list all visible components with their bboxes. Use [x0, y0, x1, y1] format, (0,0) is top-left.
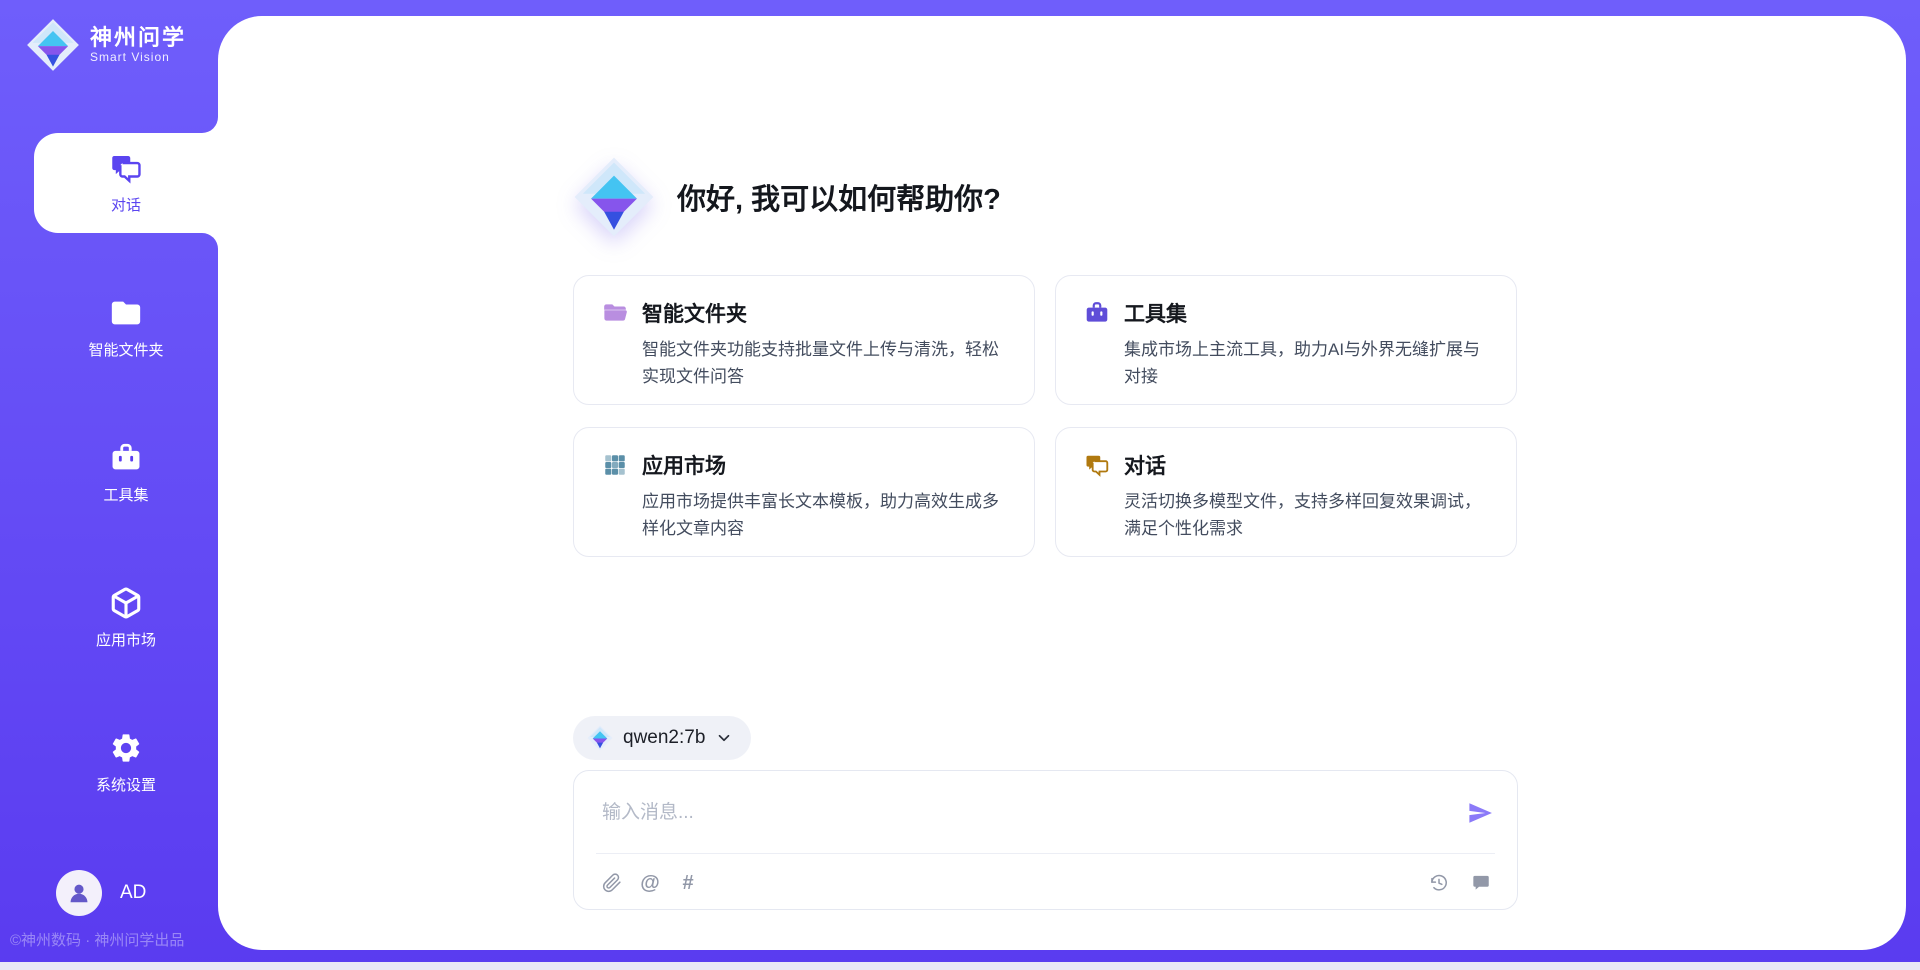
- brand-logo-diamond-icon: [26, 18, 80, 72]
- sidebar-item-smart-folder[interactable]: 智能文件夹: [34, 278, 218, 378]
- hash-icon: #: [682, 872, 693, 895]
- sidebar-item-label: 对话: [111, 194, 141, 215]
- sidebar-item-label: 工具集: [103, 484, 148, 505]
- mention-button[interactable]: @: [638, 871, 662, 895]
- chat-bubbles-icon: [1084, 452, 1110, 478]
- history-clock-icon: [1429, 873, 1449, 893]
- greeting-logo-diamond-icon: [573, 156, 655, 238]
- send-icon: [1467, 800, 1493, 826]
- brand: 神州问学 Smart Vision: [26, 18, 186, 72]
- greeting-block: 你好, 我可以如何帮助你?: [573, 156, 1001, 238]
- greeting-title: 你好, 我可以如何帮助你?: [677, 176, 1001, 218]
- model-name: qwen2:7b: [623, 727, 705, 749]
- card-description: 应用市场提供丰富长文本模板，助力高效生成多样化文章内容: [642, 488, 1010, 542]
- grid-icon: [602, 452, 628, 478]
- model-selector[interactable]: qwen2:7b: [573, 716, 751, 760]
- message-input[interactable]: [600, 801, 1451, 825]
- chat-bubbles-icon: [109, 151, 143, 185]
- card-description: 集成市场上主流工具，助力AI与外界无缝扩展与对接: [1124, 336, 1492, 390]
- main-panel: 你好, 我可以如何帮助你? 智能文件夹 智能文件夹功能支持批量文件上传与清洗，轻…: [218, 16, 1906, 950]
- card-chat[interactable]: 对话 灵活切换多模型文件，支持多样回复效果调试，满足个性化需求: [1055, 427, 1517, 557]
- user-initials: AD: [120, 882, 146, 904]
- history-button[interactable]: [1427, 871, 1451, 895]
- attach-button[interactable]: [600, 871, 624, 895]
- chat-bubble-button[interactable]: [1469, 871, 1493, 895]
- brand-subtitle: Smart Vision: [90, 51, 186, 65]
- card-app-market[interactable]: 应用市场 应用市场提供丰富长文本模板，助力高效生成多样化文章内容: [573, 427, 1035, 557]
- send-button[interactable]: [1467, 800, 1493, 826]
- feature-cards: 智能文件夹 智能文件夹功能支持批量文件上传与清洗，轻松实现文件问答 工具集 集成…: [573, 275, 1517, 557]
- sidebar-item-settings[interactable]: 系统设置: [34, 713, 218, 813]
- person-icon: [66, 880, 92, 906]
- card-title: 对话: [1124, 450, 1166, 480]
- card-toolset[interactable]: 工具集 集成市场上主流工具，助力AI与外界无缝扩展与对接: [1055, 275, 1517, 405]
- sidebar-item-label: 智能文件夹: [88, 339, 163, 360]
- card-description: 智能文件夹功能支持批量文件上传与清洗，轻松实现文件问答: [642, 336, 1010, 390]
- card-title: 工具集: [1124, 298, 1187, 328]
- brand-name: 神州问学: [90, 25, 186, 50]
- hashtag-button[interactable]: #: [676, 871, 700, 895]
- sidebar-item-app-market[interactable]: 应用市场: [34, 568, 218, 668]
- sidebar: 神州问学 Smart Vision 对话 智能文件夹 工具集 应用市场: [0, 0, 218, 962]
- cube-icon: [109, 586, 143, 620]
- briefcase-icon: [1084, 300, 1110, 326]
- card-description: 灵活切换多模型文件，支持多样回复效果调试，满足个性化需求: [1124, 488, 1492, 542]
- chat-bubble-icon: [1471, 873, 1491, 893]
- at-icon: @: [640, 872, 660, 895]
- card-smart-folder[interactable]: 智能文件夹 智能文件夹功能支持批量文件上传与清洗，轻松实现文件问答: [573, 275, 1035, 405]
- card-title: 智能文件夹: [642, 298, 747, 328]
- model-logo-diamond-icon: [587, 725, 613, 751]
- bottom-edge-strip: [0, 962, 1920, 970]
- chevron-down-icon: [715, 729, 733, 747]
- copyright-footer: ©神州数码 · 神州问学出品: [10, 929, 184, 950]
- sidebar-item-toolset[interactable]: 工具集: [34, 423, 218, 523]
- sidebar-item-label: 应用市场: [96, 629, 156, 650]
- composer-input-row: [596, 771, 1495, 854]
- composer-tools-row: @ #: [574, 854, 1517, 908]
- folder-icon: [109, 296, 143, 330]
- briefcase-icon: [109, 441, 143, 475]
- gear-icon: [109, 731, 143, 765]
- sidebar-item-chat[interactable]: 对话: [34, 133, 218, 233]
- message-composer: @ #: [573, 770, 1518, 910]
- card-title: 应用市场: [642, 450, 726, 480]
- sidebar-item-label: 系统设置: [96, 774, 156, 795]
- avatar: [56, 870, 102, 916]
- folder-open-icon: [602, 300, 628, 326]
- user-profile[interactable]: AD: [56, 870, 146, 916]
- paperclip-icon: [602, 873, 622, 893]
